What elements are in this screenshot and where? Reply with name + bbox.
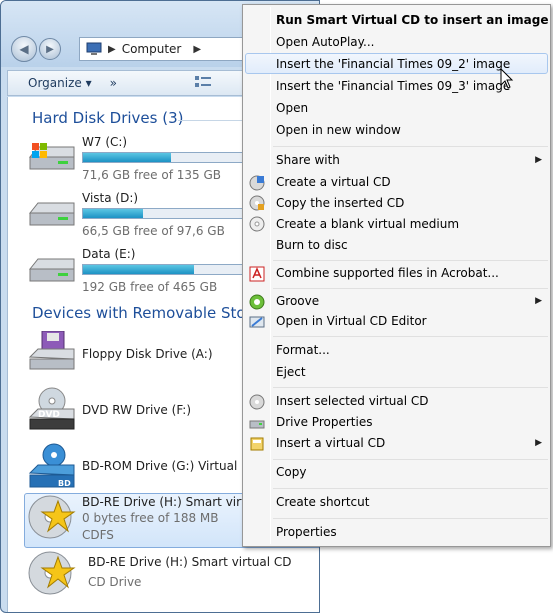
more-commands-button[interactable]: »: [110, 76, 117, 90]
menu-item-insert-image-09-2[interactable]: Insert the 'Financial Times 09_2' image: [276, 57, 510, 71]
menu-separator: [273, 459, 548, 460]
drive-free-space: 192 GB free of 465 GB: [82, 280, 218, 294]
insert-selected-cd-icon: [249, 394, 265, 410]
drive-name: Vista (D:): [82, 191, 139, 205]
menu-separator: [273, 336, 548, 337]
svg-text:BD: BD: [58, 479, 71, 488]
breadcrumb-chevron-icon[interactable]: ▶: [193, 44, 201, 55]
drive-name: W7 (C:): [82, 135, 128, 149]
submenu-arrow-icon: ▶: [535, 155, 542, 165]
menu-separator: [273, 146, 548, 147]
drive-name: Floppy Disk Drive (A:): [82, 347, 213, 361]
breadcrumb-location[interactable]: Computer: [122, 42, 182, 56]
forward-arrow-icon: ▶: [46, 43, 54, 55]
menu-gutter: [270, 7, 271, 544]
group-header-removable[interactable]: Devices with Removable Storag: [32, 304, 270, 322]
menu-item-copy-inserted-cd[interactable]: Copy the inserted CD: [276, 196, 404, 210]
organize-button[interactable]: Organize ▾: [28, 76, 92, 90]
dvd-drive-icon: DVD: [28, 387, 75, 430]
menu-item-copy[interactable]: Copy: [276, 465, 306, 479]
virtual-cd-drive-icon: [28, 495, 76, 539]
drive-usage-fill: [83, 209, 144, 218]
submenu-arrow-icon: ▶: [535, 296, 542, 306]
floppy-drive-icon: [28, 331, 75, 370]
menu-item-run-smart-virtual-cd[interactable]: Run Smart Virtual CD to insert an image: [276, 13, 549, 27]
menu-separator: [273, 260, 548, 261]
menu-separator: [273, 288, 548, 289]
drive-filesystem: CDFS: [82, 528, 114, 542]
create-virtual-cd-icon: [249, 175, 265, 191]
menu-item-open-new-window[interactable]: Open in new window: [276, 123, 401, 137]
menu-item-open[interactable]: Open: [276, 101, 308, 115]
hard-drive-icon: [28, 258, 75, 282]
hard-drive-icon: [28, 202, 75, 226]
drive-type: CD Drive: [88, 575, 142, 589]
copy-cd-icon: [249, 195, 265, 211]
menu-separator: [273, 518, 548, 519]
drive-free-space: 66,5 GB free of 97,6 GB: [82, 224, 225, 238]
menu-item-groove[interactable]: Groove: [276, 294, 319, 308]
menu-item-share-with[interactable]: Share with: [276, 153, 340, 167]
drive-properties-icon: [249, 420, 265, 429]
menu-item-burn-to-disc[interactable]: Burn to disc: [276, 238, 348, 252]
menu-item-eject[interactable]: Eject: [276, 365, 306, 379]
menu-item-drive-properties[interactable]: Drive Properties: [276, 415, 372, 429]
menu-item-create-shortcut[interactable]: Create shortcut: [276, 495, 369, 509]
menu-item-format[interactable]: Format...: [276, 343, 330, 357]
back-arrow-icon: ◀: [19, 42, 29, 56]
drive-free-space: 71,6 GB free of 135 GB: [82, 168, 221, 182]
drive-name: DVD RW Drive (F:): [82, 403, 192, 417]
menu-separator: [273, 488, 548, 489]
back-button[interactable]: ◀: [11, 36, 37, 62]
drive-usage-fill: [83, 153, 172, 162]
breadcrumb-chevron-icon[interactable]: ▶: [108, 44, 116, 55]
drive-name: Data (E:): [82, 247, 136, 261]
drive-free-space: 0 bytes free of 188 MB: [82, 511, 219, 525]
menu-item-combine-acrobat[interactable]: Combine supported files in Acrobat...: [276, 266, 499, 280]
svg-text:DVD: DVD: [38, 410, 60, 420]
menu-item-open-autoplay[interactable]: Open AutoPlay...: [276, 35, 374, 49]
windows-drive-icon: [28, 143, 75, 170]
menu-item-insert-selected-cd[interactable]: Insert selected virtual CD: [276, 394, 429, 408]
acrobat-icon: [249, 266, 265, 282]
group-header-hard-disk[interactable]: Hard Disk Drives (3): [32, 109, 183, 127]
computer-icon: [86, 42, 102, 55]
virtual-cd-editor-icon: [249, 316, 265, 328]
menu-item-create-virtual-cd[interactable]: Create a virtual CD: [276, 175, 391, 189]
forward-button[interactable]: ▶: [39, 38, 61, 60]
mouse-cursor-icon: [500, 68, 514, 89]
drive-name: BD-RE Drive (H:) Smart virtual CD: [88, 555, 292, 569]
blank-medium-icon: [249, 216, 265, 232]
virtual-cd-drive-icon: [28, 551, 76, 595]
views-icon[interactable]: [194, 75, 213, 91]
menu-item-open-virtual-cd-editor[interactable]: Open in Virtual CD Editor: [276, 314, 427, 328]
menu-item-properties[interactable]: Properties: [276, 525, 337, 539]
drive-item-bdre[interactable]: BD-RE Drive (H:) Smart virtual CD CD Dri…: [28, 551, 319, 603]
menu-item-insert-virtual-cd[interactable]: Insert a virtual CD: [276, 436, 385, 450]
menu-item-create-blank-medium[interactable]: Create a blank virtual medium: [276, 217, 459, 231]
submenu-arrow-icon: ▶: [535, 438, 542, 448]
insert-virtual-cd-icon: [250, 437, 264, 451]
menu-item-insert-image-09-3[interactable]: Insert the 'Financial Times 09_3' image: [276, 79, 510, 93]
bluray-drive-icon: BD: [28, 443, 75, 488]
drive-usage-fill: [83, 265, 194, 274]
groove-icon: [249, 294, 265, 310]
menu-separator: [273, 387, 548, 388]
